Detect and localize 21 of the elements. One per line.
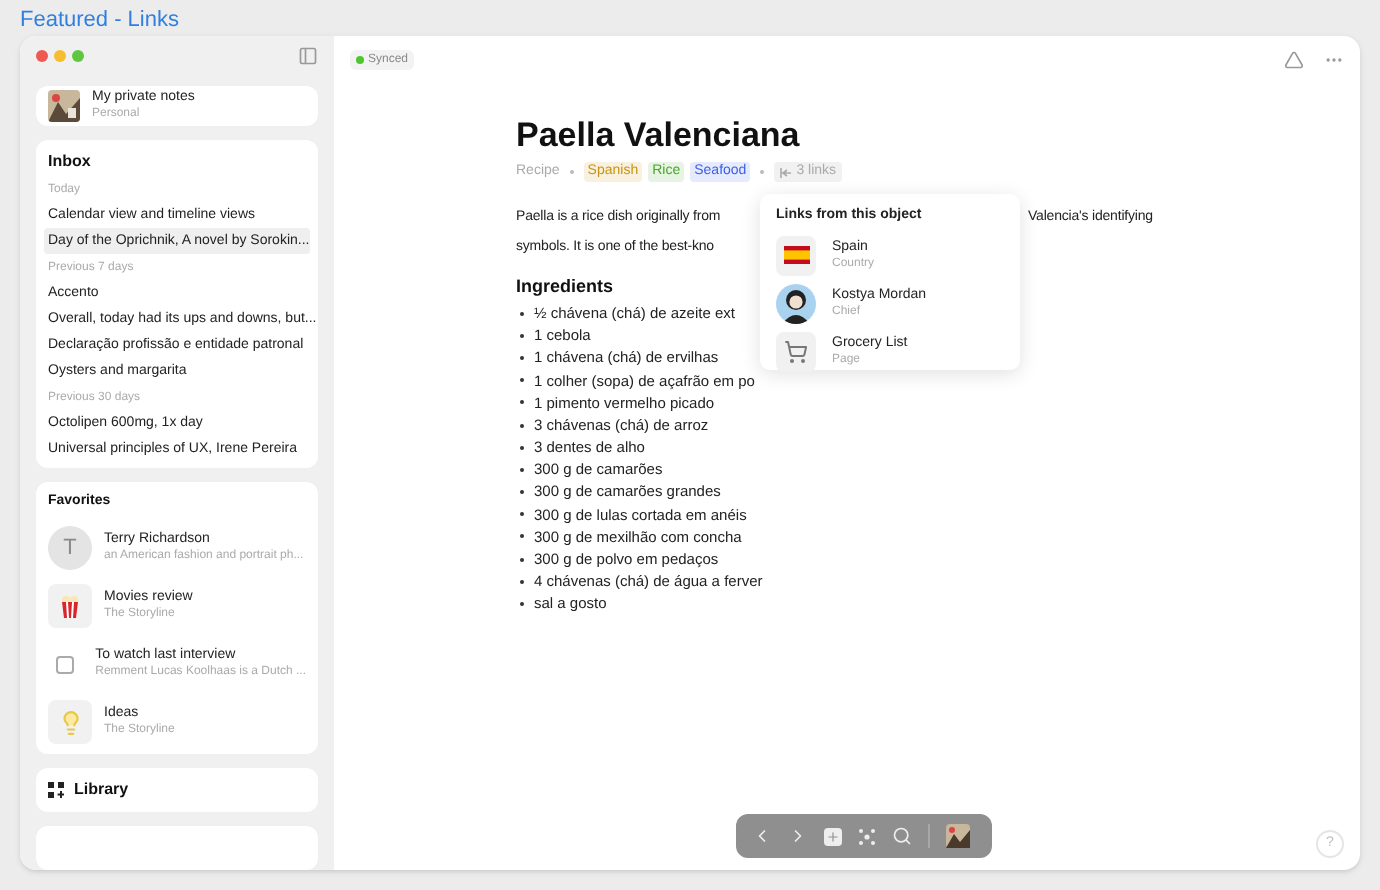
search-icon[interactable] xyxy=(892,826,912,846)
link-icon xyxy=(780,167,793,177)
lightbulb-icon xyxy=(57,709,83,735)
library-icon xyxy=(48,782,64,798)
library-label: Library xyxy=(74,778,129,802)
popcorn-icon xyxy=(48,584,92,628)
avatar: T xyxy=(48,526,92,570)
page-title: Featured - Links xyxy=(18,6,181,36)
close-button[interactable] xyxy=(36,49,48,62)
cart-icon xyxy=(784,339,808,363)
zoom-button[interactable] xyxy=(72,49,84,62)
inbox-heading: Inbox xyxy=(46,149,93,173)
avatar xyxy=(776,283,816,323)
flag-icon xyxy=(776,235,816,275)
add-button[interactable] xyxy=(824,827,842,845)
section-heading: Ingredients xyxy=(516,274,614,300)
sidebar-toggle-icon[interactable] xyxy=(298,45,318,66)
minimize-button[interactable] xyxy=(54,49,66,62)
document-title: Paella Valenciana xyxy=(516,114,802,158)
library-card[interactable]: Library xyxy=(36,768,318,812)
checkbox[interactable] xyxy=(56,655,75,673)
